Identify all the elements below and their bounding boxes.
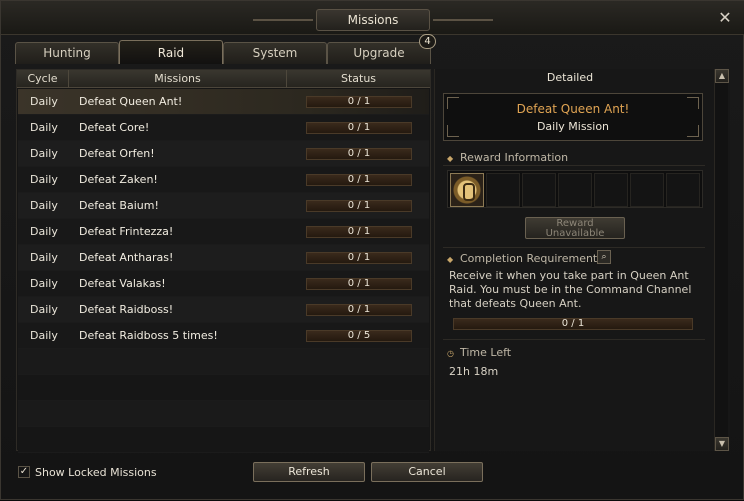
reward-slot-empty <box>558 173 592 207</box>
missions-list-panel: Cycle Missions Status Daily Defeat Queen… <box>16 69 431 453</box>
title-bar: Missions ✕ <box>1 1 744 35</box>
reward-slot-empty <box>666 173 700 207</box>
mission-row-zaken[interactable]: Daily Defeat Zaken! 0 / 1 <box>18 167 429 193</box>
mission-row-frintezza[interactable]: Daily Defeat Frintezza! 0 / 1 <box>18 219 429 245</box>
row-cycle: Daily <box>30 121 58 134</box>
missions-window: Missions ✕ Hunting Raid System Upgrade 4… <box>0 0 744 500</box>
row-status: 0 / 1 <box>347 122 371 133</box>
row-status: 0 / 1 <box>347 252 371 263</box>
tab-raid[interactable]: Raid <box>119 40 223 64</box>
empty-row <box>18 375 429 401</box>
row-mission: Defeat Antharas! <box>79 251 174 264</box>
tab-upgrade-badge: 4 <box>419 34 436 49</box>
reward-slot-empty <box>522 173 556 207</box>
detail-title: Detailed <box>546 71 594 84</box>
reward-button[interactable]: Reward Unavailable <box>525 217 625 239</box>
show-locked-label[interactable]: Show Locked Missions <box>35 466 157 479</box>
row-cycle: Daily <box>30 173 58 186</box>
detail-scrollbar[interactable]: ▲ ▼ <box>714 69 729 451</box>
mission-rows: Daily Defeat Queen Ant! 0 / 1 Daily Defe… <box>18 89 429 453</box>
row-status: 0 / 1 <box>347 304 371 315</box>
row-status: 0 / 1 <box>347 148 371 159</box>
mission-row-raidboss[interactable]: Daily Defeat Raidboss! 0 / 1 <box>18 297 429 323</box>
row-mission: Defeat Queen Ant! <box>79 95 183 108</box>
header-missions[interactable]: Missions <box>69 70 287 88</box>
row-cycle: Daily <box>30 95 58 108</box>
mission-row-raidboss-5[interactable]: Daily Defeat Raidboss 5 times! 0 / 5 <box>18 323 429 349</box>
tab-hunting[interactable]: Hunting <box>15 42 119 64</box>
reward-bag-icon: ◆ <box>447 154 454 163</box>
checkmark-icon: ✓ <box>19 466 29 477</box>
time-header-label: Time Left <box>460 346 512 359</box>
row-status: 0 / 1 <box>347 226 371 237</box>
magnifier-icon[interactable]: ⌕ <box>597 250 611 264</box>
requirements-header-label: Completion Requirements <box>460 252 603 265</box>
row-status: 0 / 1 <box>347 200 371 211</box>
mission-card: Defeat Queen Ant! Daily Mission <box>443 93 703 141</box>
reward-slot-empty <box>486 173 520 207</box>
window-title: Missions <box>253 9 493 31</box>
row-cycle: Daily <box>30 147 58 160</box>
tab-system[interactable]: System <box>223 42 327 64</box>
time-header: ◷ Time Left <box>447 346 511 359</box>
empty-row <box>18 401 429 427</box>
arrow-down-icon[interactable]: ▼ <box>715 437 729 451</box>
row-mission: Defeat Orfen! <box>79 147 155 160</box>
row-mission: Defeat Frintezza! <box>79 225 174 238</box>
mission-row-core[interactable]: Daily Defeat Core! 0 / 1 <box>18 115 429 141</box>
row-status: 0 / 1 <box>347 96 371 107</box>
refresh-button[interactable]: Refresh <box>253 462 365 482</box>
requirements-progress: 0 / 1 <box>453 318 693 330</box>
mission-row-orfen[interactable]: Daily Defeat Orfen! 0 / 1 <box>18 141 429 167</box>
list-header: Cycle Missions Status <box>17 70 430 88</box>
mission-row-queen-ant[interactable]: Daily Defeat Queen Ant! 0 / 1 <box>18 89 429 115</box>
row-cycle: Daily <box>30 329 58 342</box>
divider <box>443 247 705 248</box>
row-cycle: Daily <box>30 199 58 212</box>
row-status: 0 / 1 <box>347 174 371 185</box>
bottom-bar: ✓ Show Locked Missions Refresh Cancel <box>1 456 744 501</box>
row-cycle: Daily <box>30 303 58 316</box>
row-cycle: Daily <box>30 277 58 290</box>
cancel-button[interactable]: Cancel <box>371 462 483 482</box>
row-mission: Defeat Raidboss! <box>79 303 174 316</box>
show-locked-checkbox[interactable]: ✓ <box>18 466 30 478</box>
reward-slot-empty <box>630 173 664 207</box>
detail-mission-type: Daily Mission <box>536 120 610 133</box>
row-mission: Defeat Raidboss 5 times! <box>79 329 218 342</box>
mission-row-antharas[interactable]: Daily Defeat Antharas! 0 / 1 <box>18 245 429 271</box>
time-left-value: 21h 18m <box>449 365 499 378</box>
requirements-text: Receive it when you take part in Queen A… <box>449 269 692 310</box>
reward-header-label: Reward Information <box>460 151 569 164</box>
row-mission: Defeat Valakas! <box>79 277 166 290</box>
clock-icon: ◷ <box>447 349 454 358</box>
row-mission: Defeat Zaken! <box>79 173 158 186</box>
row-status: 0 / 5 <box>347 330 371 341</box>
reward-slots <box>447 170 703 208</box>
reward-slot-empty <box>594 173 628 207</box>
row-cycle: Daily <box>30 251 58 264</box>
divider <box>443 339 705 340</box>
mission-row-valakas[interactable]: Daily Defeat Valakas! 0 / 1 <box>18 271 429 297</box>
row-status: 0 / 1 <box>347 278 371 289</box>
tab-upgrade-label: Upgrade <box>353 46 405 60</box>
detail-mission-name: Defeat Queen Ant! <box>516 102 630 116</box>
mission-row-baium[interactable]: Daily Defeat Baium! 0 / 1 <box>18 193 429 219</box>
divider <box>443 165 705 166</box>
reward-medal-icon[interactable] <box>450 173 484 207</box>
row-mission: Defeat Core! <box>79 121 150 134</box>
arrow-up-icon[interactable]: ▲ <box>715 69 729 83</box>
detail-panel: Detailed Defeat Queen Ant! Daily Mission… <box>434 69 730 451</box>
row-cycle: Daily <box>30 225 58 238</box>
close-icon[interactable]: ✕ <box>717 10 733 26</box>
reward-header: ◆ Reward Information <box>447 151 568 164</box>
tab-upgrade[interactable]: Upgrade 4 <box>327 34 436 64</box>
row-mission: Defeat Baium! <box>79 199 159 212</box>
empty-row <box>18 427 429 453</box>
requirements-icon: ◆ <box>447 255 454 264</box>
header-cycle[interactable]: Cycle <box>17 70 69 88</box>
requirements-header: ◆ Completion Requirements <box>447 252 603 265</box>
empty-row <box>18 349 429 375</box>
header-status[interactable]: Status <box>287 70 430 88</box>
